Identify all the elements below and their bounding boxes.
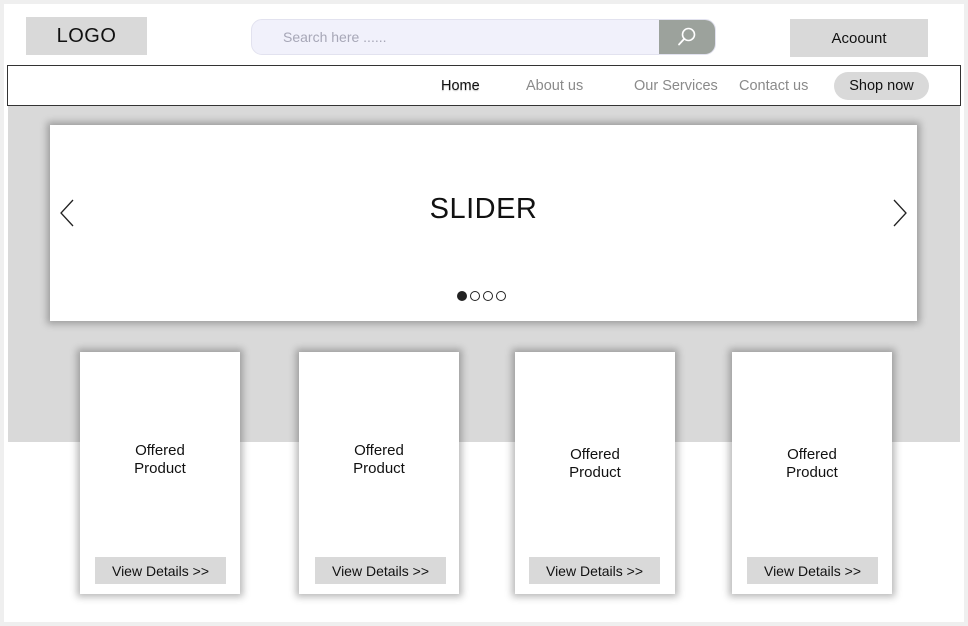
slider-title: SLIDER xyxy=(429,193,538,225)
chevron-right-icon[interactable] xyxy=(889,198,909,228)
product-title-line1: Offered xyxy=(135,442,185,459)
product-card: Offered Product View Details >> xyxy=(732,352,892,594)
nav-item-our-services[interactable]: Our Services xyxy=(634,66,718,105)
search-input[interactable] xyxy=(252,20,661,54)
product-title: Offered Product xyxy=(515,446,675,482)
product-title-line1: Offered xyxy=(787,446,837,463)
nav-item-contact-us[interactable]: Contact us xyxy=(739,66,808,105)
nav-item-home[interactable]: Home xyxy=(441,66,480,105)
slider-dot-4[interactable] xyxy=(496,291,506,301)
product-card: Offered Product View Details >> xyxy=(515,352,675,594)
logo[interactable]: LOGO xyxy=(26,17,147,55)
product-card: Offered Product View Details >> xyxy=(80,352,240,594)
slider-dot-1[interactable] xyxy=(457,291,467,301)
product-title: Offered Product xyxy=(732,446,892,482)
nav-item-about-us[interactable]: About us xyxy=(526,66,583,105)
search-button[interactable] xyxy=(659,20,715,54)
view-details-button[interactable]: View Details >> xyxy=(529,557,660,584)
view-details-button[interactable]: View Details >> xyxy=(747,557,878,584)
search-bar xyxy=(251,19,716,55)
product-title-line2: Product xyxy=(786,464,838,481)
product-title-line2: Product xyxy=(353,460,405,477)
product-title-line1: Offered xyxy=(570,446,620,463)
slider[interactable]: SLIDER xyxy=(50,125,917,321)
slider-dot-3[interactable] xyxy=(483,291,493,301)
slider-dots xyxy=(457,291,506,301)
account-button[interactable]: Acoount xyxy=(790,19,928,57)
product-title-line1: Offered xyxy=(354,442,404,459)
view-details-button[interactable]: View Details >> xyxy=(315,557,446,584)
shop-now-button[interactable]: Shop now xyxy=(834,72,929,100)
product-title: Offered Product xyxy=(80,442,240,478)
product-title-line2: Product xyxy=(134,460,186,477)
product-title-line2: Product xyxy=(569,464,621,481)
search-icon xyxy=(678,27,696,46)
navbar: Home About us Our Services Contact us Sh… xyxy=(7,65,961,106)
product-title: Offered Product xyxy=(299,442,459,478)
product-card: Offered Product View Details >> xyxy=(299,352,459,594)
view-details-button[interactable]: View Details >> xyxy=(95,557,226,584)
slider-dot-2[interactable] xyxy=(470,291,480,301)
